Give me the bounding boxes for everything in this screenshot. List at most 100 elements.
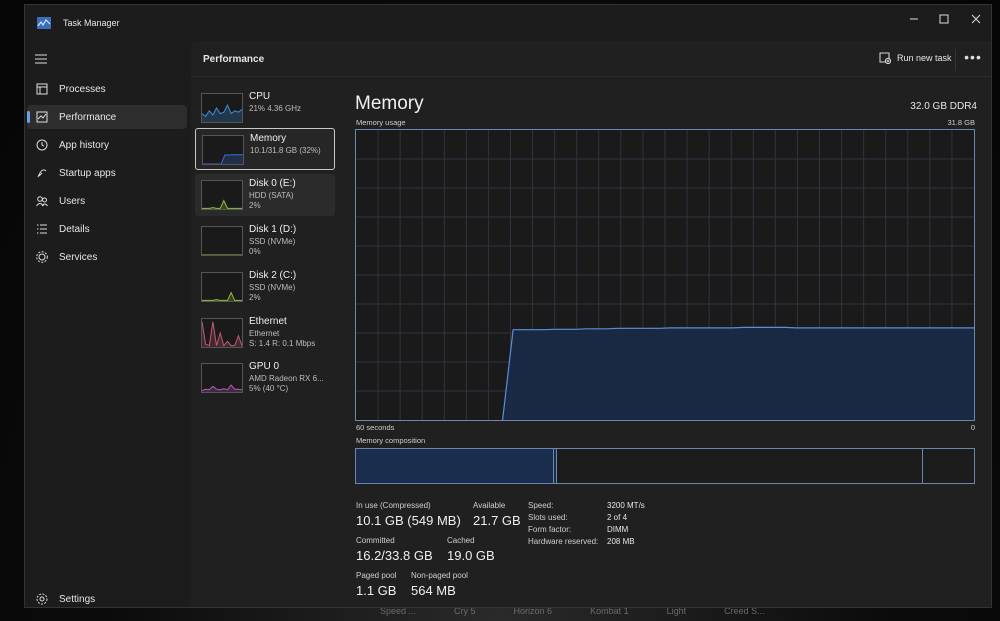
device-thumbnail-graph: [201, 93, 243, 123]
more-options-button[interactable]: •••: [961, 49, 985, 69]
device-thumbnail-graph: [201, 226, 243, 256]
performance-icon: [35, 110, 49, 124]
device-thumbnail-graph: [201, 272, 243, 302]
sidebar-item-performance[interactable]: Performance: [27, 105, 187, 129]
settings-label: Settings: [59, 593, 96, 605]
task-manager-window: Task Manager Processes Performance App h…: [24, 4, 992, 608]
available-value: 21.7 GB: [473, 513, 521, 528]
title-bar[interactable]: Task Manager: [25, 5, 991, 41]
sidebar-item-services[interactable]: Services: [27, 245, 187, 269]
sidebar-item-label: Performance: [59, 111, 117, 123]
services-icon: [35, 250, 49, 264]
ghost-label: Speed ...: [380, 606, 417, 616]
run-new-task-label: Run new task: [897, 53, 952, 63]
available-label: Available: [473, 501, 506, 510]
cached-label: Cached: [447, 536, 475, 545]
startup-icon: [35, 166, 49, 180]
slots-used-value: 2 of 4: [607, 513, 628, 522]
paged-pool-value: 1.1 GB: [356, 583, 397, 598]
device-item-disk-2[interactable]: Disk 2 (C:) SSD (NVMe) 2%: [195, 266, 335, 308]
sidebar-item-label: Details: [59, 223, 90, 235]
sidebar-item-label: Services: [59, 251, 98, 263]
close-button[interactable]: [960, 7, 991, 31]
sidebar-item-label: Startup apps: [59, 167, 116, 179]
sidebar-item-label: Users: [59, 195, 86, 207]
sidebar-item-users[interactable]: Users: [27, 189, 187, 213]
memory-composition-label: Memory composition: [356, 436, 426, 445]
maximize-button[interactable]: [928, 7, 960, 31]
x-axis-right-label: 0: [970, 423, 975, 432]
sidebar-item-startup-apps[interactable]: Startup apps: [27, 161, 187, 185]
speed-label: Speed:: [528, 501, 554, 510]
device-detail: 21% 4.36 GHz: [249, 104, 302, 113]
composition-modified[interactable]: [554, 449, 557, 483]
device-detail: Ethernet: [249, 329, 280, 338]
run-new-task-button[interactable]: Run new task: [879, 52, 952, 64]
composition-in-use[interactable]: [356, 449, 554, 483]
device-item-disk-0[interactable]: Disk 0 (E:) HDD (SATA) 2%: [195, 174, 335, 216]
ghost-label: Kombat 1: [590, 606, 629, 616]
minimize-icon: [910, 18, 918, 20]
ghost-label: Light: [666, 606, 687, 616]
memory-usage-graph: [355, 129, 975, 421]
device-name: GPU 0: [249, 361, 280, 372]
device-item-gpu-0[interactable]: GPU 0 AMD Radeon RX 6... 5% (40 °C): [195, 357, 335, 399]
users-icon: [35, 194, 49, 208]
device-detail: SSD (NVMe): [249, 283, 296, 292]
device-name: Ethernet: [249, 316, 287, 327]
history-icon: [35, 138, 49, 152]
page-title: Performance: [203, 54, 265, 65]
hamburger-menu-icon[interactable]: [35, 54, 47, 64]
device-item-disk-1[interactable]: Disk 1 (D:) SSD (NVMe) 0%: [195, 220, 335, 262]
details-icon: [35, 222, 49, 236]
memory-composition-bar: [355, 448, 975, 484]
device-name: Disk 2 (C:): [249, 270, 297, 281]
close-icon: [971, 14, 981, 24]
device-thumbnail-graph: [202, 135, 244, 165]
composition-standby-divider: [922, 449, 923, 483]
cached-value: 19.0 GB: [447, 548, 495, 563]
x-axis-left-label: 60 seconds: [356, 423, 395, 432]
task-manager-app-icon: [37, 17, 51, 29]
device-name: Memory: [250, 133, 287, 144]
memory-usage-max: 31.8 GB: [947, 118, 975, 127]
device-item-cpu[interactable]: CPU 21% 4.36 GHz: [195, 87, 335, 129]
header-divider: [955, 49, 956, 71]
run-task-icon: [879, 52, 891, 64]
sidebar-item-label: App history: [59, 139, 110, 151]
paged-pool-label: Paged pool: [356, 571, 397, 580]
active-indicator: [27, 111, 30, 123]
device-thumbnail-graph: [201, 180, 243, 210]
memory-usage-area: [502, 327, 974, 420]
in-use-label: In use (Compressed): [356, 501, 431, 510]
memory-spec: 32.0 GB DDR4: [910, 101, 977, 112]
sidebar-item-settings[interactable]: Settings: [27, 587, 187, 607]
page-header: Performance Run new task •••: [191, 41, 991, 77]
background-taskbar-labels: Speed ... Cry 5 Horizon 6 Kombat 1 Light Cree…: [380, 606, 780, 620]
non-paged-pool-value: 564 MB: [411, 583, 456, 598]
hardware-reserved-label: Hardware reserved:: [528, 537, 599, 546]
maximize-icon: [939, 14, 949, 24]
device-usage: 2%: [249, 201, 261, 210]
sidebar-item-app-history[interactable]: App history: [27, 133, 187, 157]
form-factor-value: DIMM: [607, 525, 629, 534]
processes-icon: [35, 82, 49, 96]
device-name: Disk 0 (E:): [249, 178, 296, 189]
ghost-label: Horizon 6: [513, 606, 553, 616]
device-item-ethernet[interactable]: Ethernet Ethernet S: 1.4 R: 0.1 Mbps: [195, 312, 335, 354]
committed-label: Committed: [356, 536, 395, 545]
sidebar-item-processes[interactable]: Processes: [27, 77, 187, 101]
memory-detail-pane: Memory 32.0 GB DDR4 Memory usage 31.8 GB…: [355, 87, 977, 607]
sidebar-item-label: Processes: [59, 83, 106, 95]
device-item-memory[interactable]: Memory 10.1/31.8 GB (32%): [195, 128, 335, 170]
device-thumbnail-graph: [201, 318, 243, 348]
main-content: Performance Run new task ••• CPU 21% 4.36…: [191, 41, 991, 607]
device-name: Disk 1 (D:): [249, 224, 297, 235]
committed-value: 16.2/33.8 GB: [356, 548, 433, 563]
minimize-button[interactable]: [898, 7, 930, 31]
gear-icon: [35, 592, 49, 606]
sidebar-item-details[interactable]: Details: [27, 217, 187, 241]
device-usage: 0%: [249, 247, 261, 256]
memory-title: Memory: [355, 93, 424, 114]
device-detail: SSD (NVMe): [249, 237, 296, 246]
